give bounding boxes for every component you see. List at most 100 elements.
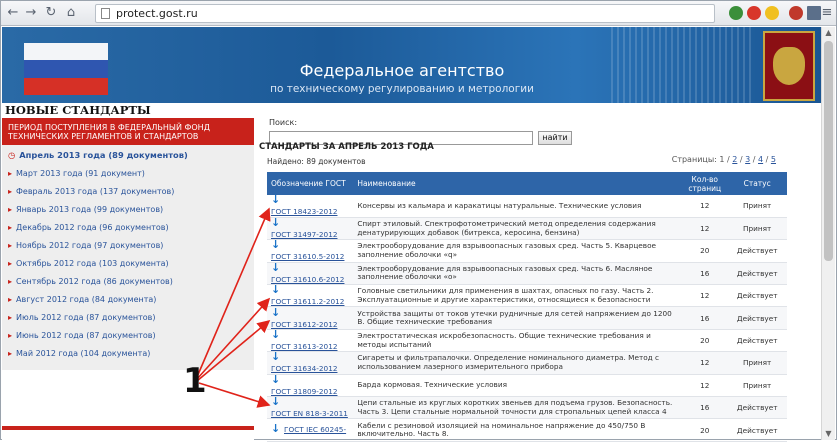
annotation-number: 1 — [183, 361, 207, 401]
forward-arrow-icon[interactable]: → — [23, 5, 39, 21]
name-cell: Сигареты и фильтрапалочки. Определение н… — [353, 351, 683, 375]
col-name-header: Наименование — [353, 172, 683, 195]
scrollbar-thumb[interactable] — [824, 41, 833, 261]
sidebar-item-december-2012[interactable]: ▸ Декабрь 2012 года (96 документов) — [8, 223, 169, 232]
download-arrow-icon[interactable]: ↓ — [271, 284, 281, 297]
page-current: 1 — [719, 155, 725, 164]
download-arrow-icon[interactable]: ↓ — [271, 262, 281, 275]
code-cell: ↓ГОСТ 31613-2012 — [267, 329, 354, 353]
name-cell: Электрооборудование для взрывоопасных га… — [353, 239, 683, 263]
code-cell: ↓ГОСТ 18423-2012 — [267, 194, 354, 218]
scroll-down-icon[interactable]: ▼ — [822, 428, 835, 440]
status-cell: Действует — [727, 239, 787, 263]
period-banner: ПЕРИОД ПОСТУПЛЕНИЯ В ФЕДЕРАЛЬНЫЙ ФОНД ТЕ… — [2, 118, 254, 145]
search-button[interactable]: найти — [538, 131, 572, 145]
sidebar-heading: НОВЫЕ СТАНДАРТЫ — [5, 103, 151, 117]
url-text: protect.gost.ru — [116, 7, 198, 20]
back-arrow-icon[interactable]: ← — [5, 5, 21, 21]
status-cell: Действует — [727, 418, 787, 442]
site-subtitle: по техническому регулированию и метролог… — [270, 83, 534, 95]
pages-cell: 20 — [682, 418, 728, 442]
status-cell: Принят — [727, 217, 787, 241]
download-arrow-icon[interactable]: ↓ — [271, 351, 281, 364]
sidebar-item-april-2013[interactable]: ◷ Апрель 2013 года (89 документов) — [8, 150, 188, 160]
russian-flag — [24, 43, 108, 95]
table-row: ↓ГОСТ 31610.5-2012 Электрооборудование дл… — [267, 239, 787, 263]
name-cell: Спирт этиловый. Спектрофотометрический м… — [353, 217, 683, 241]
gost-link[interactable]: ГОСТ 31613-2012 — [271, 343, 337, 351]
pages-cell: 12 — [682, 195, 728, 218]
name-cell: Электрооборудование для взрывоопасных га… — [353, 262, 683, 286]
table-row: ↓ГОСТ 18423-2012 Консервы из кальмара и к… — [267, 194, 787, 218]
gost-link[interactable]: ГОСТ 31610.5-2012 — [271, 253, 344, 261]
download-arrow-icon[interactable]: ↓ — [271, 194, 281, 207]
sidebar-item-october-2012[interactable]: ▸ Октябрь 2012 года (103 документа) — [8, 259, 169, 268]
sidebar-item-january-2013[interactable]: ▸ Январь 2013 года (99 документов) — [8, 205, 163, 214]
download-arrow-icon[interactable]: ↓ — [271, 239, 281, 252]
pages-cell: 16 — [682, 396, 728, 420]
sidebar-item-june-2012[interactable]: ▸ Июнь 2012 года (87 документов) — [8, 331, 156, 340]
bullet-icon: ▸ — [8, 259, 13, 268]
reload-icon[interactable]: ↻ — [43, 5, 59, 21]
page-scrollbar[interactable]: ▲ ▼ — [821, 27, 835, 440]
pages-cell: 12 — [682, 351, 728, 375]
table-row: ↓ГОСТ 31809-2012 Барда кормовая. Техничес… — [267, 374, 787, 398]
code-cell: ↓ГОСТ 31809-2012 — [267, 374, 354, 398]
sidebar-item-february-2013[interactable]: ▸ Февраль 2013 года (137 документов) — [8, 187, 174, 196]
download-arrow-icon[interactable]: ↓ — [271, 374, 281, 387]
name-cell: Цепи стальные из круглых коротких звенье… — [353, 396, 683, 420]
menu-icon[interactable]: ≡ — [819, 5, 835, 21]
clock-icon: ◷ — [8, 150, 16, 160]
download-arrow-icon[interactable]: ↓ — [271, 396, 281, 409]
star-icon[interactable] — [765, 6, 779, 20]
extension-icon[interactable] — [747, 6, 761, 20]
gost-link[interactable]: ГОСТ 31610.6-2012 — [271, 275, 344, 284]
home-icon[interactable]: ⌂ — [63, 5, 79, 21]
gost-link[interactable]: ГОСТ IEC 60245- — [284, 426, 346, 434]
page-link-5[interactable]: 5 — [771, 155, 776, 164]
status-cell: Действует — [727, 329, 787, 353]
sidebar-item-march-2013[interactable]: ▸ Март 2013 года (91 документ) — [8, 169, 145, 178]
code-cell: ↓ ГОСТ IEC 60245- — [267, 418, 354, 442]
table-row: ↓ГОСТ 31612-2012 Устройства защиты от ток… — [267, 306, 787, 330]
name-cell: Электростатическая искробезопасность. Об… — [353, 329, 683, 353]
download-arrow-icon[interactable]: ↓ — [271, 329, 281, 342]
address-bar[interactable]: protect.gost.ru — [95, 4, 715, 23]
sidebar-item-september-2012[interactable]: ▸ Сентябрь 2012 года (86 документов) — [8, 277, 173, 286]
table-row: ↓ГОСТ 31613-2012 Электростатическая искро… — [267, 329, 787, 353]
extension-icon[interactable] — [729, 6, 743, 20]
code-cell: ↓ГОСТ 31610.5-2012 — [267, 239, 354, 263]
gost-link[interactable]: ГОСТ 31497-2012 — [271, 231, 337, 239]
gost-link[interactable]: ГОСТ 31612-2012 — [271, 320, 337, 329]
bullet-icon: ▸ — [8, 295, 13, 304]
status-cell: Действует — [727, 306, 787, 330]
gost-link[interactable]: ГОСТ 31809-2012 — [271, 387, 337, 396]
code-cell: ↓ГОСТ 31611.2-2012 — [267, 284, 354, 308]
sidebar-item-november-2012[interactable]: ▸ Ноябрь 2012 года (97 документов) — [8, 241, 163, 250]
sidebar-item-august-2012[interactable]: ▸ Август 2012 года (84 документа) — [8, 295, 156, 304]
page-link-3[interactable]: 3 — [745, 155, 750, 164]
download-arrow-icon[interactable]: ↓ — [271, 217, 281, 230]
name-cell: Кабели с резиновой изоляцией на номиналь… — [353, 418, 683, 442]
pages-cell: 12 — [682, 217, 728, 241]
download-arrow-icon[interactable]: ↓ — [271, 307, 281, 320]
pages-cell: 20 — [682, 329, 728, 353]
pages-cell: 16 — [682, 306, 728, 330]
scroll-up-icon[interactable]: ▲ — [822, 27, 835, 39]
browser-window: ← → ↻ ⌂ protect.gost.ru ≡ Федеральное аг… — [0, 0, 837, 442]
site-title: Федеральное агентство — [299, 61, 505, 80]
sidebar-item-may-2012[interactable]: ▸ Май 2012 года (104 документа) — [8, 349, 150, 358]
gost-link[interactable]: ГОСТ 31611.2-2012 — [271, 298, 344, 306]
gost-link[interactable]: ГОСТ 31634-2012 — [271, 365, 337, 373]
status-cell: Принят — [727, 195, 787, 218]
table-row: ↓ГОСТ 31611.2-2012 Головные светильники д… — [267, 284, 787, 308]
download-arrow-icon[interactable]: ↓ — [271, 423, 281, 436]
gost-link[interactable]: ГОСТ 18423-2012 — [271, 208, 337, 216]
extension-icon[interactable] — [789, 6, 803, 20]
sidebar-item-july-2012[interactable]: ▸ Июль 2012 года (87 документов) — [8, 313, 156, 322]
name-cell: Головные светильники для применения в ша… — [353, 284, 683, 308]
bullet-icon: ▸ — [8, 169, 13, 178]
gost-link[interactable]: ГОСТ EN 818-3-2011 — [271, 410, 348, 418]
page-link-2[interactable]: 2 — [732, 155, 737, 164]
page-link-4[interactable]: 4 — [758, 155, 763, 164]
